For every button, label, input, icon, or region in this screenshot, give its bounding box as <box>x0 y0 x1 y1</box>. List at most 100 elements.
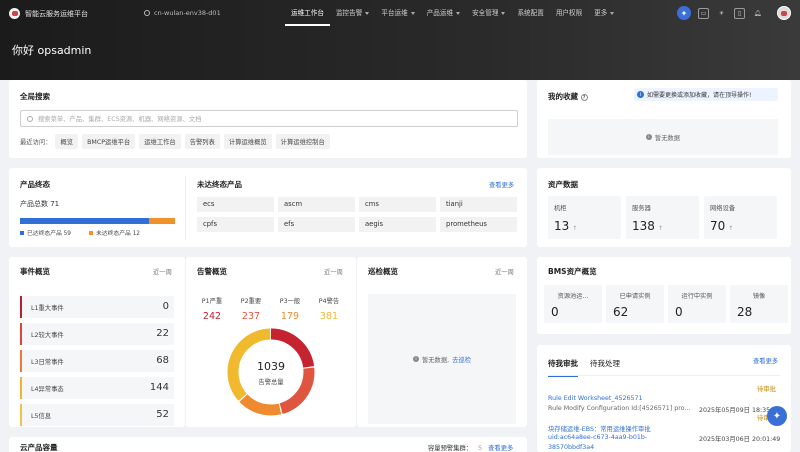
chevron-down-icon <box>410 11 415 15</box>
bms-label: 镜像 <box>752 293 766 300</box>
recent-tag[interactable]: 计算运维控制台 <box>275 134 330 149</box>
location-icon <box>144 10 150 16</box>
product-item[interactable]: tianji <box>440 197 517 212</box>
message-icon[interactable]: ▭ <box>698 7 709 19</box>
product-item[interactable]: cms <box>359 197 436 212</box>
env-selector[interactable]: cn-wulan-env38-d01 <box>144 9 221 17</box>
recent-tag[interactable]: 计算运维概览 <box>223 134 272 149</box>
bms-value: 0 <box>675 305 683 319</box>
product-item[interactable]: ascm <box>278 197 355 212</box>
search-input[interactable]: 搜索菜单、产品、集群、ECS资源、机器、网络资源、文档 <box>20 110 518 127</box>
avatar[interactable] <box>777 6 791 20</box>
approvals-more-link[interactable]: 查看更多 <box>753 356 778 365</box>
product-item[interactable]: aegis <box>359 217 436 232</box>
bms-title: BMS资产概览 <box>548 267 597 276</box>
event-count: 52 <box>156 409 169 420</box>
asset-tile[interactable]: 服务器 138 ↑ <box>626 196 699 239</box>
logo-icon <box>9 8 20 19</box>
recent-tag[interactable]: 运维工作台 <box>139 134 181 149</box>
nav-item[interactable]: 产品运维 <box>421 0 466 26</box>
severity-bar <box>20 404 22 426</box>
nav-item[interactable]: 平台运维 <box>375 0 420 26</box>
product-item[interactable]: ecs <box>197 197 274 212</box>
asset-label: 网络设备 <box>710 205 736 212</box>
unreached-title: 未达终态产品 <box>197 180 242 189</box>
unreached-product-grid: ecs ascm cms tianji cpfs efs aegis prometheus <box>197 197 517 232</box>
severity-bar <box>20 296 22 318</box>
ai-float-button[interactable]: ✦ <box>767 406 787 426</box>
legend-swatch <box>20 230 24 235</box>
bms-tile[interactable]: 已申请实例 62 <box>606 285 664 323</box>
bms-value: 28 <box>737 305 753 319</box>
event-row[interactable]: L2较大事件 22 <box>20 323 174 345</box>
nav-item-label: 产品运维 <box>426 9 454 17</box>
nav-item[interactable]: 更多 <box>588 0 620 26</box>
alert-level[interactable]: P1严重 242 <box>194 296 230 322</box>
theme-icon[interactable]: ☀ <box>716 8 727 19</box>
approval-time: 2025年03月06日 20:01:49 <box>699 436 781 443</box>
alerts-title: 告警概览 <box>197 267 227 276</box>
ai-assistant-icon[interactable]: ✦ <box>677 6 691 20</box>
event-row[interactable]: L5信息 52 <box>20 404 174 426</box>
recent-tag[interactable]: 概览 <box>55 134 79 149</box>
approval-status: 待审批 <box>757 386 776 393</box>
event-row[interactable]: L1重大事件 0 <box>20 296 174 318</box>
unreached-bar <box>148 218 175 224</box>
alert-level[interactable]: P2重要 237 <box>233 296 269 322</box>
recent-tag[interactable]: BMCP运维平台 <box>82 134 136 149</box>
recent-visits: 最近访问： 概览 BMCP运维平台 运维工作台 告警列表 计算运维概览 计算运维控制台 <box>20 134 330 149</box>
event-row[interactable]: L3日常事件 68 <box>20 350 174 372</box>
book-icon[interactable]: ▯ <box>734 7 745 19</box>
nav-item-label: 平台运维 <box>381 9 408 17</box>
asset-tile[interactable]: 机柜 13 ↑ <box>548 196 621 239</box>
bms-tile[interactable]: 运行中实例 0 <box>668 285 726 323</box>
view-more-link[interactable]: 查看更多 <box>489 180 514 189</box>
go-inspect-link[interactable]: 去巡检 <box>452 355 471 364</box>
product-item[interactable]: efs <box>278 217 355 232</box>
bms-label: 已申请实例 <box>619 293 651 300</box>
greeting: 你好 opsadmin <box>12 44 92 57</box>
nav-item[interactable]: 安全管理 <box>466 0 511 26</box>
search-icon <box>27 115 33 122</box>
capacity-warn-count: 5 <box>478 445 483 452</box>
help-icon: ? <box>580 94 588 101</box>
asset-label: 服务器 <box>632 205 651 212</box>
approval-title[interactable]: 块存储运维-EBS：常用运维操作审批 <box>548 424 651 433</box>
asset-value: 138 <box>632 219 655 233</box>
nav-item[interactable]: 监控告警 <box>330 0 375 26</box>
nav-item[interactable]: 用户权限 <box>550 0 588 26</box>
bms-tile[interactable]: 镜像 28 <box>730 285 788 323</box>
alerts-total-label: 告警总量 <box>258 379 284 386</box>
approval-title[interactable]: Rule Edit Worksheet_4526571 <box>548 395 643 402</box>
legend-unreached: 未达终态产品 12 <box>89 228 140 237</box>
top-navbar: 智能云服务运维平台 cn-wulan-env38-d01 运维工作台 监控告警 平台… <box>0 0 800 26</box>
severity-bar <box>20 377 22 399</box>
capacity-title: 云产品容量 <box>20 443 58 452</box>
arrow-up-icon: ↑ <box>728 225 734 232</box>
capacity-warn-label: 容量预警集群： <box>428 445 473 452</box>
product-item[interactable]: prometheus <box>440 217 517 232</box>
nav-item-label: 系统配置 <box>517 9 544 17</box>
arrow-up-icon: ↑ <box>657 225 663 232</box>
chevron-down-icon <box>610 11 615 15</box>
event-row[interactable]: L4异常事态 144 <box>20 377 174 399</box>
alert-level-count: 179 <box>280 311 300 322</box>
product-item[interactable]: cpfs <box>197 217 274 232</box>
events-period: 近一周 <box>153 269 172 276</box>
alert-level[interactable]: P4警告 381 <box>311 296 347 322</box>
recent-label: 最近访问： <box>20 139 52 146</box>
asset-tile[interactable]: 网络设备 70 ↑ <box>704 196 777 239</box>
bms-tile[interactable]: 资源池运... 0 <box>544 285 602 323</box>
nav-item[interactable]: 系统配置 <box>511 0 549 26</box>
nav-item[interactable]: 运维工作台 <box>285 0 330 26</box>
recent-tag[interactable]: 告警列表 <box>184 134 220 149</box>
bms-label: 运行中实例 <box>681 293 713 300</box>
alert-level[interactable]: P3一般 179 <box>272 296 308 322</box>
capacity-more-link[interactable]: 查看更多 <box>488 445 513 452</box>
bell-icon[interactable]: 🔔︎ <box>752 8 763 19</box>
main-nav: 运维工作台 监控告警 平台运维 产品运维 安全管理 系统配置 用户权限 更多 <box>285 0 620 26</box>
asset-label: 机柜 <box>554 205 567 212</box>
chevron-down-icon <box>456 11 461 15</box>
chevron-down-icon <box>501 11 506 15</box>
divider <box>185 176 186 240</box>
